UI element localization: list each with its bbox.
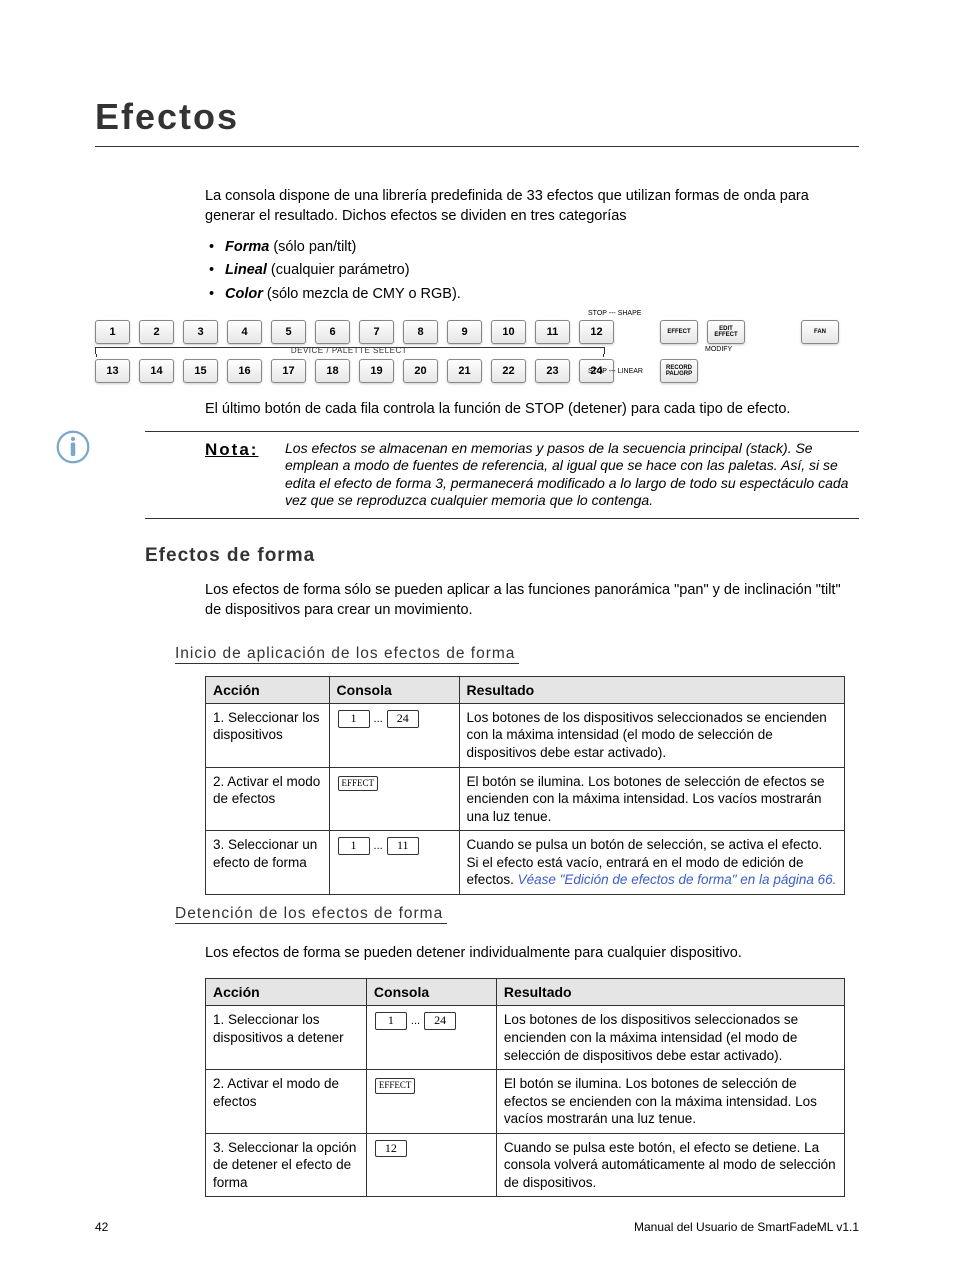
device-button[interactable]: 15	[183, 359, 218, 383]
device-button[interactable]: 10	[491, 320, 526, 344]
bullet-rest: (sólo pan/tilt)	[269, 239, 356, 255]
bullet-rest: (sólo mezcla de CMY o RGB).	[263, 286, 461, 302]
stop-shape-label: STOP --- SHAPE	[588, 310, 641, 317]
action-cell: 1. Seleccionar los dispositivos a detene…	[206, 1006, 367, 1070]
stop-note: El último botón de cada fila controla la…	[205, 401, 859, 417]
device-button[interactable]: 2	[139, 320, 174, 344]
intro-text: La consola dispone de una librería prede…	[205, 187, 859, 226]
device-button[interactable]: 4	[227, 320, 262, 344]
record-pal-grp-button[interactable]: RECORD PAL/GRP	[660, 359, 698, 383]
stop-shape-table: Acción Consola Resultado 1. Seleccionar …	[205, 978, 845, 1197]
device-button[interactable]: 17	[271, 359, 306, 383]
stop-linear-label: STOP --- LINEAR	[588, 368, 643, 375]
device-button[interactable]: 23	[535, 359, 570, 383]
console-cell: 12	[366, 1133, 496, 1197]
device-button[interactable]: 14	[139, 359, 174, 383]
bullet-term: Color	[225, 286, 263, 302]
col-result: Resultado	[496, 979, 844, 1006]
device-button[interactable]: 3	[183, 320, 218, 344]
col-action: Acción	[206, 979, 367, 1006]
device-button[interactable]: 22	[491, 359, 526, 383]
col-console: Consola	[366, 979, 496, 1006]
note-label: Nota:	[145, 440, 275, 510]
device-button[interactable]: 11	[535, 320, 570, 344]
bullet-term: Forma	[225, 239, 269, 255]
device-button[interactable]: 9	[447, 320, 482, 344]
result-cell: El botón se ilumina. Los botones de sele…	[496, 1070, 844, 1134]
page-title: Efectos	[95, 96, 859, 147]
device-button[interactable]: 6	[315, 320, 350, 344]
shape-intro: Los efectos de forma sólo se pueden apli…	[205, 581, 859, 620]
bullet-rest: (cualquier parámetro)	[267, 262, 410, 278]
info-icon	[55, 429, 91, 465]
start-shape-heading: Inicio de aplicación de los efectos de f…	[175, 645, 519, 664]
fan-button[interactable]: FAN	[801, 320, 839, 344]
device-button[interactable]: 20	[403, 359, 438, 383]
stop-intro: Los efectos de forma se pueden detener i…	[205, 944, 859, 964]
device-button[interactable]: 12	[579, 320, 614, 344]
effect-button[interactable]: EFFECT	[660, 320, 698, 344]
start-shape-table: Acción Consola Resultado 1. Seleccionar …	[205, 676, 845, 895]
stop-shape-heading: Detención de los efectos de forma	[175, 905, 447, 924]
edit-effect-button[interactable]: EDIT EFFECT	[707, 320, 745, 344]
col-result: Resultado	[459, 676, 844, 703]
note-block: Nota: Los efectos se almacenan en memori…	[145, 431, 859, 519]
device-button[interactable]: 18	[315, 359, 350, 383]
result-cell: Cuando se pulsa este botón, el efecto se…	[496, 1133, 844, 1197]
category-list: Forma (sólo pan/tilt) Lineal (cualquier …	[205, 236, 859, 306]
device-button[interactable]: 1	[95, 320, 130, 344]
result-cell: Los botones de los dispositivos seleccio…	[459, 703, 844, 767]
console-cell: 1...24	[329, 703, 459, 767]
device-button[interactable]: 8	[403, 320, 438, 344]
shape-effects-heading: Efectos de forma	[145, 545, 859, 567]
action-cell: 3. Seleccionar un efecto de forma	[206, 831, 330, 895]
bullet-term: Lineal	[225, 262, 267, 278]
console-cell: EFFECT	[366, 1070, 496, 1134]
console-cell: 1...11	[329, 831, 459, 895]
col-console: Consola	[329, 676, 459, 703]
device-button[interactable]: 7	[359, 320, 394, 344]
doc-title: Manual del Usuario de SmartFadeML v1.1	[634, 1220, 859, 1234]
result-cell: Cuando se pulsa un botón de selección, s…	[459, 831, 844, 895]
device-button[interactable]: 19	[359, 359, 394, 383]
action-cell: 2. Activar el modo de efectos	[206, 1070, 367, 1134]
console-cell: EFFECT	[329, 767, 459, 831]
result-cell: Los botones de los dispositivos seleccio…	[496, 1006, 844, 1070]
device-button[interactable]: 13	[95, 359, 130, 383]
action-cell: 1. Seleccionar los dispositivos	[206, 703, 330, 767]
device-button[interactable]: 16	[227, 359, 262, 383]
page-number: 42	[95, 1220, 108, 1234]
action-cell: 2. Activar el modo de efectos	[206, 767, 330, 831]
col-action: Acción	[206, 676, 330, 703]
action-cell: 3. Seleccionar la opción de detener el e…	[206, 1133, 367, 1197]
console-cell: 1...24	[366, 1006, 496, 1070]
device-button[interactable]: 21	[447, 359, 482, 383]
modify-label: MODIFY	[705, 346, 732, 353]
console-diagram: STOP --- SHAPE 1 2 3 4 5 6 7 8 9 10 11 1…	[95, 320, 845, 383]
device-button[interactable]: 5	[271, 320, 306, 344]
note-text: Los efectos se almacenan en memorias y p…	[285, 440, 859, 510]
result-cell: El botón se ilumina. Los botones de sele…	[459, 767, 844, 831]
